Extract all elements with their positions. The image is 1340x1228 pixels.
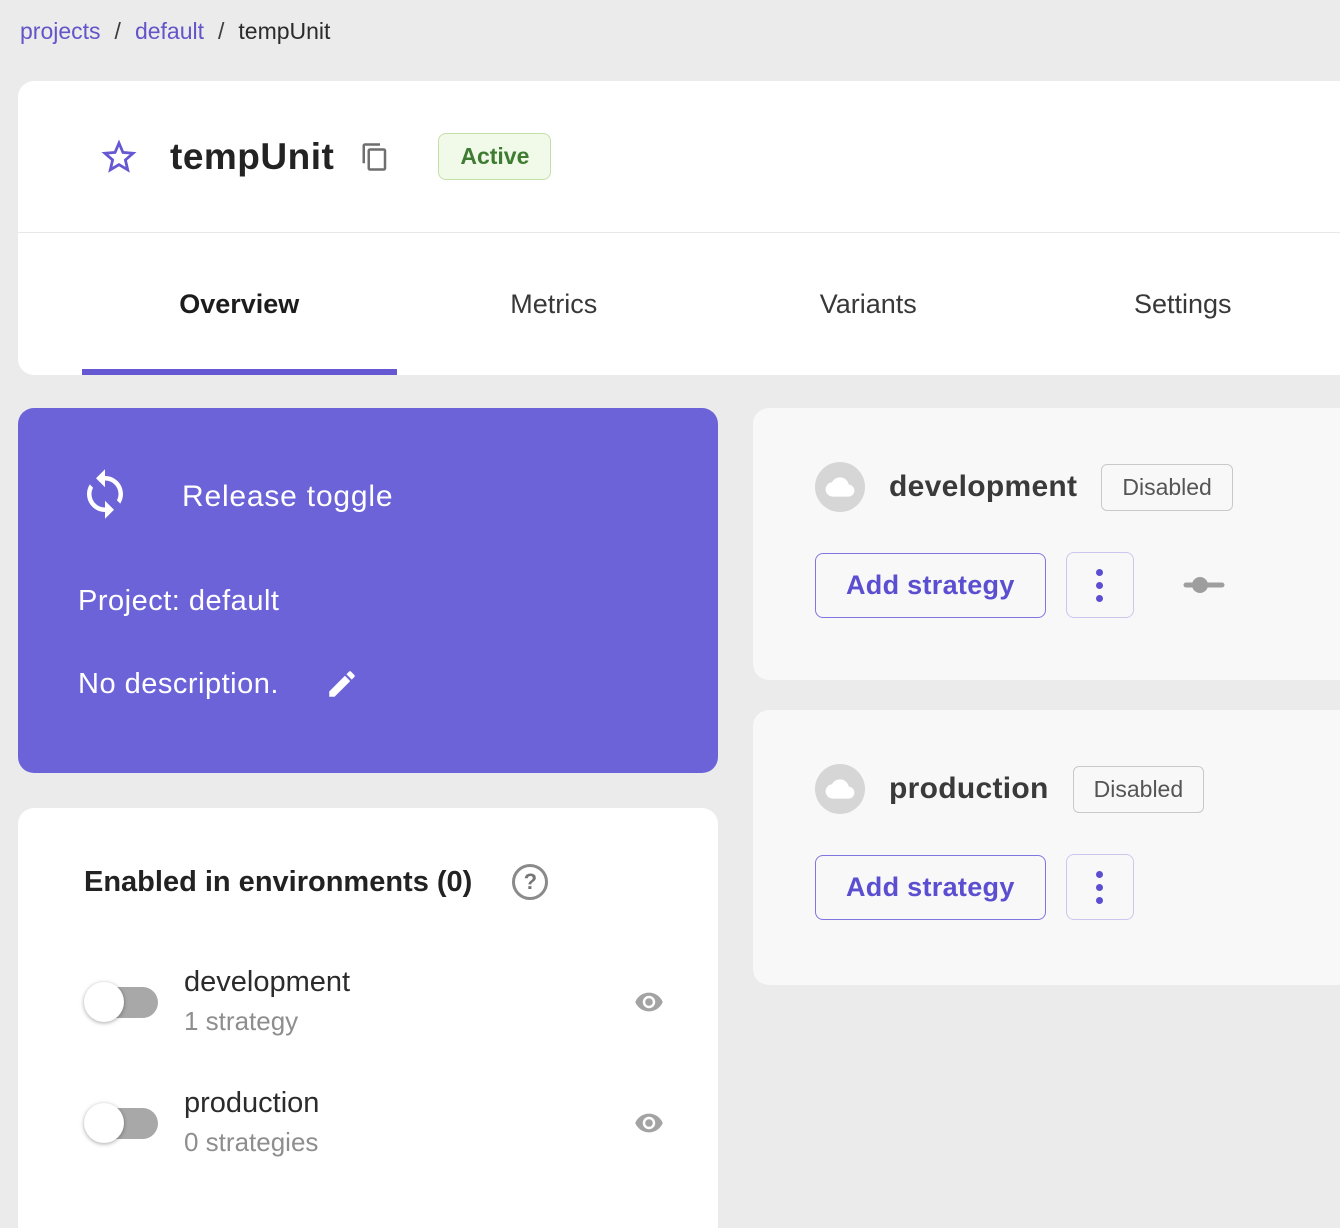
development-strategy-card: development Disabled Add strategy <box>753 408 1340 680</box>
enabled-environments-header: Enabled in environments (0) ? <box>84 864 670 900</box>
feature-description-row: No description. <box>78 666 674 702</box>
feature-description-text: No description. <box>78 668 279 701</box>
breadcrumb-current: tempUnit <box>238 18 330 45</box>
feature-type-label: Release toggle <box>182 480 393 514</box>
help-icon[interactable]: ? <box>512 864 548 900</box>
environment-card-name: production <box>889 772 1049 806</box>
environment-strategy-count: 0 strategies <box>184 1127 319 1158</box>
copy-icon[interactable] <box>360 141 392 173</box>
cloud-icon <box>815 462 865 512</box>
feature-type-card: Release toggle Project: default No descr… <box>18 408 718 773</box>
favorite-star-icon[interactable] <box>98 136 140 178</box>
enabled-environments-title: Enabled in environments (0) <box>84 866 472 899</box>
right-column: development Disabled Add strategy produc… <box>753 408 1340 985</box>
feature-type-row: Release toggle <box>78 466 674 527</box>
environment-name: production <box>184 1087 319 1120</box>
production-toggle[interactable] <box>84 1102 158 1144</box>
development-toggle[interactable] <box>84 981 158 1023</box>
cloud-icon <box>815 764 865 814</box>
environment-meta: production 0 strategies <box>184 1087 319 1158</box>
eye-icon[interactable] <box>630 987 668 1017</box>
environment-menu-button[interactable] <box>1066 854 1134 920</box>
breadcrumb: projects / default / tempUnit <box>0 0 1340 45</box>
status-badge: Active <box>438 133 551 180</box>
production-strategy-card: production Disabled Add strategy <box>753 710 1340 985</box>
add-strategy-button[interactable]: Add strategy <box>815 855 1046 920</box>
development-card-actions: Add strategy <box>815 552 1340 618</box>
slider-icon <box>1182 573 1226 597</box>
environment-row-production: production 0 strategies <box>84 1087 670 1158</box>
environment-menu-button[interactable] <box>1066 552 1134 618</box>
development-card-header: development Disabled <box>815 462 1340 512</box>
edit-description-icon[interactable] <box>325 666 361 702</box>
enabled-environments-card: Enabled in environments (0) ? developmen… <box>18 808 718 1228</box>
environment-strategy-count: 1 strategy <box>184 1006 350 1037</box>
feature-header-row: tempUnit Active <box>18 81 1340 233</box>
environment-meta: development 1 strategy <box>184 966 350 1037</box>
main-content: Release toggle Project: default No descr… <box>0 375 1340 1228</box>
tab-metrics[interactable]: Metrics <box>397 233 712 375</box>
breadcrumb-default[interactable]: default <box>135 18 204 45</box>
left-column: Release toggle Project: default No descr… <box>18 408 718 1228</box>
release-toggle-icon <box>78 466 132 527</box>
environment-row-development: development 1 strategy <box>84 966 670 1037</box>
breadcrumb-separator: / <box>218 18 224 45</box>
production-card-actions: Add strategy <box>815 854 1340 920</box>
add-strategy-button[interactable]: Add strategy <box>815 553 1046 618</box>
tab-overview[interactable]: Overview <box>82 233 397 375</box>
toggle-knob <box>84 1103 124 1143</box>
environment-status-badge: Disabled <box>1073 766 1205 813</box>
tab-settings[interactable]: Settings <box>1026 233 1340 375</box>
tab-variants[interactable]: Variants <box>711 233 1026 375</box>
page-title: tempUnit <box>170 136 334 178</box>
breadcrumb-projects[interactable]: projects <box>20 18 101 45</box>
production-card-header: production Disabled <box>815 764 1340 814</box>
feature-header-card: tempUnit Active Overview Metrics Variant… <box>18 81 1340 375</box>
toggle-knob <box>84 982 124 1022</box>
feature-project-label: Project: default <box>78 585 674 618</box>
tab-bar: Overview Metrics Variants Settings <box>18 233 1340 375</box>
environment-card-name: development <box>889 470 1077 504</box>
environment-status-badge: Disabled <box>1101 464 1233 511</box>
environment-name: development <box>184 966 350 999</box>
breadcrumb-separator: / <box>115 18 121 45</box>
eye-icon[interactable] <box>630 1108 668 1138</box>
